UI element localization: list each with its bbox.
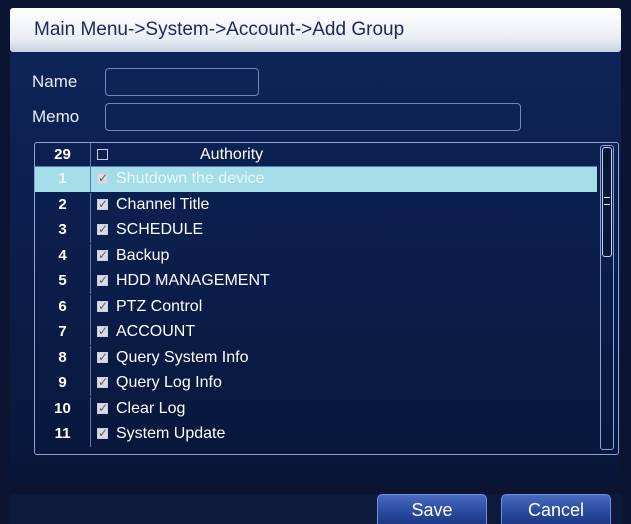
column-divider <box>90 167 91 192</box>
authority-row[interactable]: 9 ✓ Query Log Info <box>35 371 597 396</box>
authority-row[interactable]: 5 ✓ HDD MANAGEMENT <box>35 269 597 294</box>
name-field[interactable] <box>105 68 259 96</box>
checkmark-icon: ✓ <box>98 298 109 313</box>
dialog-footer: Save Cancel <box>10 494 621 524</box>
authority-label: System Update <box>116 425 226 442</box>
checkmark-icon: ✓ <box>98 247 109 262</box>
memo-label: Memo <box>32 107 80 126</box>
column-divider <box>90 243 91 269</box>
authority-checkbox[interactable]: ✓ <box>97 196 109 211</box>
row-number: 10 <box>54 399 71 417</box>
authority-checkbox[interactable]: ✓ <box>97 375 109 389</box>
authority-header: Authority <box>200 146 264 163</box>
authority-checkbox[interactable]: ✓ <box>97 171 109 185</box>
authority-label: PTZ Control <box>116 297 203 315</box>
row-number: 1 <box>58 170 67 187</box>
add-group-dialog: Main Menu->System->Account->Add Group Na… <box>0 0 631 524</box>
checkmark-icon: ✓ <box>98 171 109 185</box>
column-divider <box>90 218 91 243</box>
row-number: 2 <box>58 195 67 213</box>
list-scrollbar[interactable] <box>600 145 614 450</box>
authority-checkbox[interactable]: ✓ <box>97 324 109 338</box>
authority-checkbox[interactable]: ✓ <box>97 349 109 364</box>
column-divider <box>90 143 91 166</box>
column-divider <box>90 371 91 396</box>
authority-checkbox[interactable]: ✓ <box>97 426 109 440</box>
row-number: 4 <box>58 246 67 264</box>
checkmark-icon: ✓ <box>98 400 109 415</box>
name-label: Name <box>32 72 78 91</box>
checkmark-icon: ✓ <box>98 375 109 389</box>
checkmark-icon: ✓ <box>98 196 109 211</box>
column-divider <box>90 269 91 294</box>
authority-label: Query Log Info <box>116 374 222 391</box>
checkmark-icon: ✓ <box>98 324 109 338</box>
row-number: 5 <box>58 272 67 289</box>
column-divider <box>90 396 91 422</box>
checkmark-icon: ✓ <box>98 426 109 440</box>
column-divider <box>90 192 91 218</box>
authority-row[interactable]: 2 ✓ Channel Title <box>35 192 597 218</box>
page-title: Main Menu->System->Account->Add Group <box>34 19 405 40</box>
row-number: 11 <box>54 425 71 442</box>
authority-label: Shutdown the device <box>116 170 265 187</box>
authority-row[interactable]: 7 ✓ ACCOUNT <box>35 320 597 345</box>
authority-row[interactable]: 10 ✓ Clear Log <box>35 396 597 422</box>
authority-list: 29 Authority 1 ✓ Shutdown the device 2 ✓ Chan… <box>34 142 619 455</box>
authority-label: Channel Title <box>116 195 210 213</box>
authority-label: HDD MANAGEMENT <box>116 272 270 289</box>
checkmark-icon: ✓ <box>98 222 109 236</box>
authority-count: 29 <box>54 146 71 163</box>
authority-row[interactable]: 11 ✓ System Update <box>35 422 597 447</box>
column-divider <box>90 422 91 447</box>
title-bar: Main Menu->System->Account->Add Group <box>10 8 621 52</box>
authority-label: Clear Log <box>116 399 186 417</box>
authority-label: SCHEDULE <box>116 221 204 238</box>
authority-checkbox[interactable]: ✓ <box>97 400 109 415</box>
cancel-button[interactable]: Cancel <box>501 494 611 524</box>
list-header: 29 Authority <box>35 143 597 167</box>
select-all-checkbox[interactable] <box>97 149 108 160</box>
authority-row[interactable]: 1 ✓ Shutdown the device <box>35 167 597 192</box>
row-number: 6 <box>58 297 67 315</box>
column-divider <box>90 320 91 345</box>
authority-label: Query System Info <box>116 348 249 366</box>
memo-field[interactable] <box>105 103 521 131</box>
authority-row[interactable]: 6 ✓ PTZ Control <box>35 294 597 320</box>
row-number: 7 <box>58 323 67 340</box>
authority-checkbox[interactable]: ✓ <box>97 273 109 287</box>
scroll-thumb[interactable] <box>602 147 612 257</box>
authority-row[interactable]: 3 ✓ SCHEDULE <box>35 218 597 243</box>
authority-checkbox[interactable]: ✓ <box>97 298 109 313</box>
dialog-body: Name Memo 29 Authority 1 ✓ Shutdown the de… <box>10 52 621 484</box>
row-number: 9 <box>58 374 67 391</box>
checkmark-icon: ✓ <box>98 273 109 287</box>
column-divider <box>90 345 91 371</box>
row-number: 8 <box>58 348 67 366</box>
column-divider <box>90 294 91 320</box>
authority-label: ACCOUNT <box>116 323 196 340</box>
row-number: 3 <box>58 221 67 238</box>
authority-checkbox[interactable]: ✓ <box>97 247 109 262</box>
checkmark-icon: ✓ <box>98 349 109 364</box>
authority-checkbox[interactable]: ✓ <box>97 222 109 236</box>
grip-icon <box>604 197 610 205</box>
authority-row[interactable]: 4 ✓ Backup <box>35 243 597 269</box>
authority-label: Backup <box>116 246 170 264</box>
authority-row[interactable]: 8 ✓ Query System Info <box>35 345 597 371</box>
save-button[interactable]: Save <box>377 494 487 524</box>
